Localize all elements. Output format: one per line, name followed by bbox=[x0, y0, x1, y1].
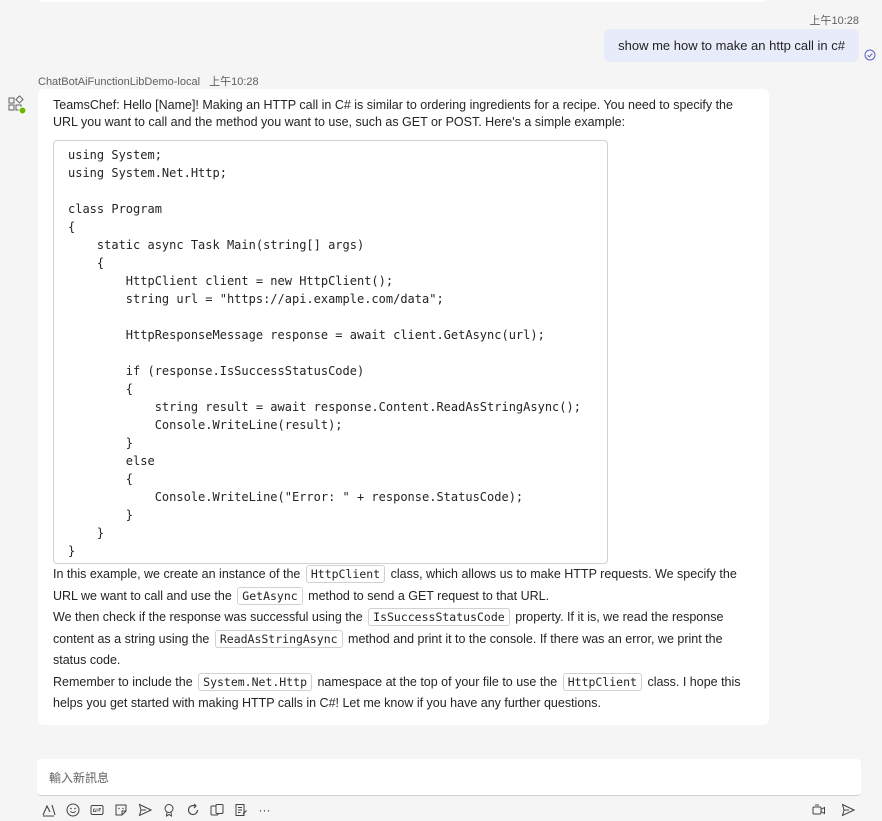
message-input[interactable] bbox=[49, 771, 849, 785]
video-clip-icon[interactable] bbox=[810, 801, 827, 818]
text-segment: method to send a GET request to that URL… bbox=[308, 588, 550, 603]
send-icon[interactable] bbox=[839, 801, 856, 818]
text-segment: In this example, we create an instance o… bbox=[53, 567, 301, 581]
text-segment: Remember to include the bbox=[53, 674, 193, 689]
previous-message-card bbox=[38, 0, 768, 2]
compose-right-tools bbox=[810, 801, 856, 818]
my-message-bubble[interactable]: show me how to make an http call in c# bbox=[604, 29, 859, 62]
inline-code-issuccessstatuscode: IsSuccessStatusCode bbox=[368, 608, 510, 626]
code-content: using System; using System.Net.Http; cla… bbox=[68, 148, 581, 558]
emoji-icon[interactable] bbox=[64, 802, 81, 819]
text-segment: We then check if the response was succes… bbox=[53, 610, 363, 624]
bot-message-time: 上午10:28 bbox=[209, 76, 259, 88]
read-receipt-icon bbox=[864, 49, 876, 61]
bot-message-card[interactable]: TeamsChef: Hello [Name]! Making an HTTP … bbox=[38, 89, 769, 725]
inline-code-httpclient: HttpClient bbox=[305, 565, 386, 583]
bot-intro-text: TeamsChef: Hello [Name]! Making an HTTP … bbox=[53, 98, 733, 129]
inline-code-system-net-http: System.Net.Http bbox=[198, 672, 312, 691]
schedule-send-icon[interactable] bbox=[136, 802, 153, 819]
explanation-paragraph-3: Remember to include the System.Net.Http … bbox=[53, 672, 743, 715]
more-icon[interactable]: ··· bbox=[256, 802, 273, 819]
code-block[interactable]: using System; using System.Net.Http; cla… bbox=[53, 140, 608, 564]
bot-name: ChatBotAiFunctionLibDemo-local bbox=[38, 76, 201, 88]
bot-message-header: ChatBotAiFunctionLibDemo-local 上午10:28 bbox=[38, 73, 259, 89]
attach-icon[interactable] bbox=[208, 802, 225, 819]
my-message-text: show me how to make an http call in c# bbox=[618, 38, 845, 53]
inline-code-httpclient-2: HttpClient bbox=[562, 672, 642, 691]
loop-icon[interactable] bbox=[184, 802, 201, 819]
gif-icon[interactable] bbox=[88, 802, 105, 819]
notes-icon[interactable] bbox=[232, 802, 249, 819]
compose-toolbar: ··· bbox=[40, 801, 273, 819]
text-segment: namespace at the top of your file to use… bbox=[317, 674, 558, 689]
inline-code-readasstringasync: ReadAsStringAsync bbox=[214, 629, 343, 648]
praise-icon[interactable] bbox=[160, 802, 177, 819]
bot-app-icon[interactable] bbox=[7, 95, 27, 115]
explanation-paragraph-2: We then check if the response was succes… bbox=[53, 607, 743, 672]
compose-box[interactable] bbox=[37, 759, 861, 796]
format-icon[interactable] bbox=[40, 802, 57, 819]
my-message-time: 上午10:28 bbox=[809, 15, 859, 27]
explanation-paragraph-1: In this example, we create an instance o… bbox=[53, 564, 743, 607]
inline-code-getasync: GetAsync bbox=[237, 586, 303, 605]
sticker-icon[interactable] bbox=[112, 802, 129, 819]
